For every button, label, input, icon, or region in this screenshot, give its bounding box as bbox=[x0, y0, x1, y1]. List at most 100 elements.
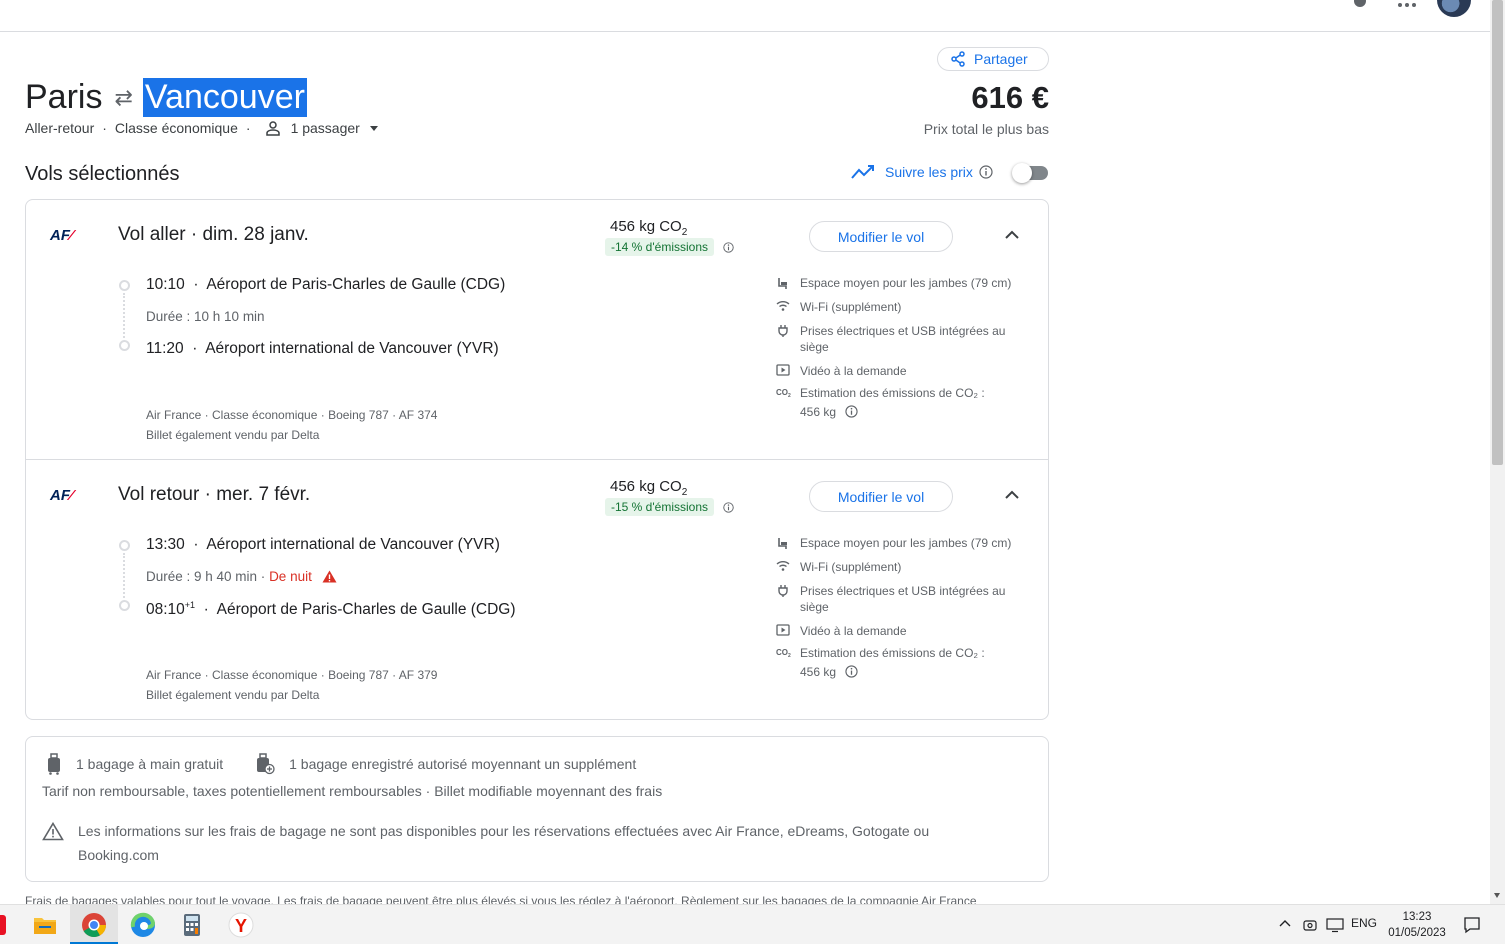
language-indicator[interactable]: ENG bbox=[1351, 916, 1377, 930]
amenity-wifi: Wi-Fi (supplément) bbox=[776, 559, 1030, 575]
power-plug-icon bbox=[778, 325, 788, 337]
chevron-up-tray-icon[interactable] bbox=[1279, 919, 1291, 927]
video-icon bbox=[776, 364, 790, 376]
fare-rules: Tarif non remboursable, taxes potentiell… bbox=[42, 783, 663, 799]
system-clock[interactable]: 13:23 01/05/2023 bbox=[1386, 909, 1448, 941]
baggage-card: 1 bagage à main gratuit 1 bagage enregis… bbox=[25, 736, 1049, 882]
origin-city: Paris bbox=[25, 78, 103, 116]
modify-flight-button[interactable]: Modifier le vol bbox=[809, 221, 953, 252]
account-indicator-icon[interactable] bbox=[1354, 0, 1366, 7]
avatar[interactable] bbox=[1437, 0, 1471, 17]
chevron-up-icon[interactable] bbox=[1005, 490, 1019, 500]
co2-icon: CO 2 bbox=[776, 388, 791, 398]
price-label: Prix total le plus bas bbox=[923, 121, 1049, 137]
emissions-badge: -14 % d'émissions bbox=[605, 238, 714, 256]
outbound-leg[interactable]: AF⁄ Vol aller · dim. 28 janv. 456 kg CO2… bbox=[26, 200, 1048, 460]
emissions-badge: -15 % d'émissions bbox=[605, 498, 714, 516]
info-icon[interactable] bbox=[723, 502, 734, 513]
chevron-down-icon bbox=[369, 125, 378, 131]
chrome-icon[interactable] bbox=[80, 911, 108, 939]
passenger-count: 1 passager bbox=[290, 120, 360, 136]
svg-text:2: 2 bbox=[788, 393, 791, 398]
passenger-selector[interactable]: 1 passager bbox=[265, 120, 378, 136]
total-price: 616 € bbox=[971, 80, 1049, 115]
swap-arrows-icon: ⇄ bbox=[114, 84, 133, 110]
info-icon[interactable] bbox=[979, 165, 993, 179]
destination-city: Vancouver bbox=[142, 78, 307, 117]
departure-line: 10:10 · Aéroport de Paris-Charles de Gau… bbox=[146, 276, 506, 293]
cabin-class[interactable]: Classe économique bbox=[115, 120, 238, 136]
share-button[interactable]: Partager bbox=[937, 47, 1049, 71]
share-label: Partager bbox=[974, 51, 1028, 67]
chevron-up-icon[interactable] bbox=[1005, 230, 1019, 240]
meeting-camera-icon[interactable] bbox=[1302, 917, 1318, 933]
departure-dot bbox=[119, 280, 130, 291]
co2-value: 456 kg CO2 bbox=[610, 478, 688, 498]
timeline-connector bbox=[123, 293, 126, 338]
amenity-video: Vidéo à la demande bbox=[776, 623, 1030, 639]
modify-flight-button[interactable]: Modifier le vol bbox=[809, 481, 953, 512]
track-prices[interactable]: Suivre les prix bbox=[851, 164, 993, 180]
amenity-power: Prises électriques et USB intégrées au s… bbox=[776, 323, 1030, 355]
scrollbar-thumb[interactable] bbox=[1492, 0, 1503, 465]
overnight-label: De nuit bbox=[269, 569, 312, 584]
wifi-icon bbox=[776, 561, 790, 571]
share-icon bbox=[951, 51, 965, 67]
checked-bag-fee-icon bbox=[257, 753, 275, 775]
svg-text:2: 2 bbox=[788, 653, 791, 658]
svg-text:CO: CO bbox=[776, 648, 788, 657]
carry-on-bag-icon bbox=[48, 753, 60, 775]
amenity-co2: CO 2 Estimation des émissions de CO₂ :456… bbox=[776, 646, 985, 679]
file-explorer-icon[interactable] bbox=[31, 911, 59, 939]
network-icon[interactable] bbox=[1326, 917, 1344, 933]
co2-icon: CO 2 bbox=[776, 648, 791, 658]
warning-icon bbox=[322, 570, 337, 583]
timeline-connector bbox=[123, 553, 126, 598]
edge-icon[interactable] bbox=[129, 911, 157, 939]
checked-bag-text: 1 bagage enregistré autorisé moyennant u… bbox=[289, 756, 637, 772]
svg-text:Y: Y bbox=[235, 916, 247, 936]
return-leg[interactable]: AF⁄ Vol retour · mer. 7 févr. 456 kg CO2… bbox=[26, 460, 1048, 720]
page-scrollbar[interactable] bbox=[1490, 0, 1505, 904]
leg-title: Vol retour · mer. 7 févr. bbox=[118, 484, 311, 505]
arrival-dot bbox=[119, 600, 130, 611]
power-plug-icon bbox=[778, 585, 788, 597]
info-icon[interactable] bbox=[845, 405, 859, 418]
warning-triangle-icon bbox=[42, 822, 64, 841]
arrival-line: 11:20 · Aéroport international de Vancou… bbox=[146, 340, 499, 357]
selected-flights-card: AF⁄ Vol aller · dim. 28 janv. 456 kg CO2… bbox=[25, 199, 1049, 720]
amenity-wifi: Wi-Fi (supplément) bbox=[776, 299, 1030, 315]
top-app-bar bbox=[0, 0, 1490, 32]
route-title: Paris ⇄ Vancouver bbox=[25, 78, 307, 117]
baggage-warning: Les informations sur les frais de bagage… bbox=[42, 819, 978, 867]
apps-grid-icon[interactable] bbox=[1398, 0, 1416, 8]
duration: Durée : 9 h 40 min · De nuit bbox=[146, 569, 337, 584]
scroll-down-arrow-icon[interactable] bbox=[1494, 893, 1500, 898]
flight-details: Air France · Classe économique · Boeing … bbox=[146, 408, 438, 442]
trip-type[interactable]: Aller-retour bbox=[25, 120, 94, 136]
airline-logo: AF⁄ bbox=[50, 487, 73, 504]
amenity-co2: CO 2 Estimation des émissions de CO₂ :456… bbox=[776, 386, 985, 419]
video-icon bbox=[776, 624, 790, 636]
airline-logo: AF⁄ bbox=[50, 227, 73, 244]
track-prices-toggle[interactable] bbox=[1012, 163, 1050, 183]
duration: Durée : 10 h 10 min bbox=[146, 309, 265, 324]
wifi-icon bbox=[776, 301, 790, 311]
co2-value: 456 kg CO2 bbox=[610, 218, 688, 238]
info-icon[interactable] bbox=[845, 665, 859, 678]
departure-dot bbox=[119, 540, 130, 551]
amenity-video: Vidéo à la demande bbox=[776, 363, 1030, 379]
amenity-legroom: Espace moyen pour les jambes (79 cm) bbox=[776, 275, 1030, 291]
notifications-icon[interactable] bbox=[1463, 916, 1481, 934]
track-prices-label: Suivre les prix bbox=[885, 164, 973, 180]
arrival-line: 08:10+1 · Aéroport de Paris-Charles de G… bbox=[146, 600, 516, 619]
carry-on-text: 1 bagage à main gratuit bbox=[76, 756, 224, 772]
yandex-browser-icon[interactable]: Y bbox=[227, 911, 255, 939]
info-icon[interactable] bbox=[723, 242, 734, 253]
trend-line-icon bbox=[851, 165, 874, 179]
windows-taskbar: Y ENG 13:23 01/05/2023 bbox=[0, 904, 1505, 944]
leg-title: Vol aller · dim. 28 janv. bbox=[118, 224, 309, 245]
partial-app-icon[interactable] bbox=[0, 911, 16, 939]
section-title: Vols sélectionnés bbox=[25, 163, 180, 185]
calculator-icon[interactable] bbox=[178, 911, 206, 939]
